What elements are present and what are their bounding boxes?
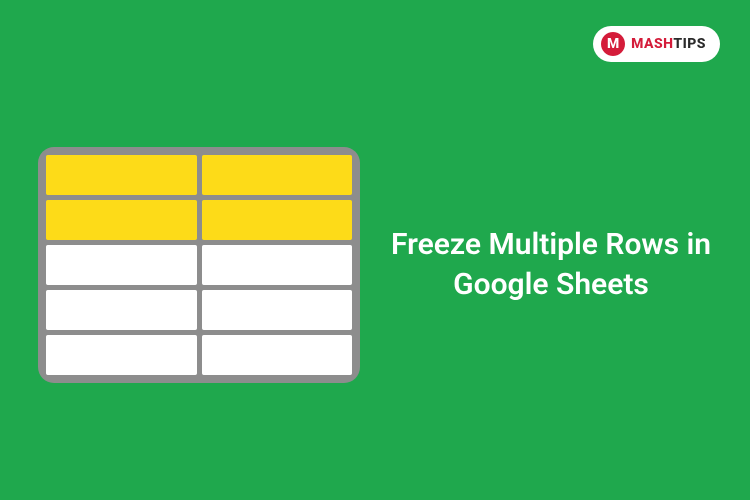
normal-cell xyxy=(46,290,197,330)
normal-cell xyxy=(46,335,197,375)
frozen-cell xyxy=(202,200,353,240)
frozen-cell xyxy=(46,155,197,195)
frozen-cell xyxy=(202,155,353,195)
table-row xyxy=(46,200,352,240)
table-row xyxy=(46,290,352,330)
table-row xyxy=(46,335,352,375)
frozen-cell xyxy=(46,200,197,240)
table-row xyxy=(46,245,352,285)
normal-cell xyxy=(46,245,197,285)
normal-cell xyxy=(202,335,353,375)
content-area: Freeze Multiple Rows in Google Sheets xyxy=(0,0,750,500)
table-row xyxy=(46,155,352,195)
spreadsheet-graphic xyxy=(38,147,360,383)
page-title: Freeze Multiple Rows in Google Sheets xyxy=(390,225,712,306)
normal-cell xyxy=(202,290,353,330)
normal-cell xyxy=(202,245,353,285)
